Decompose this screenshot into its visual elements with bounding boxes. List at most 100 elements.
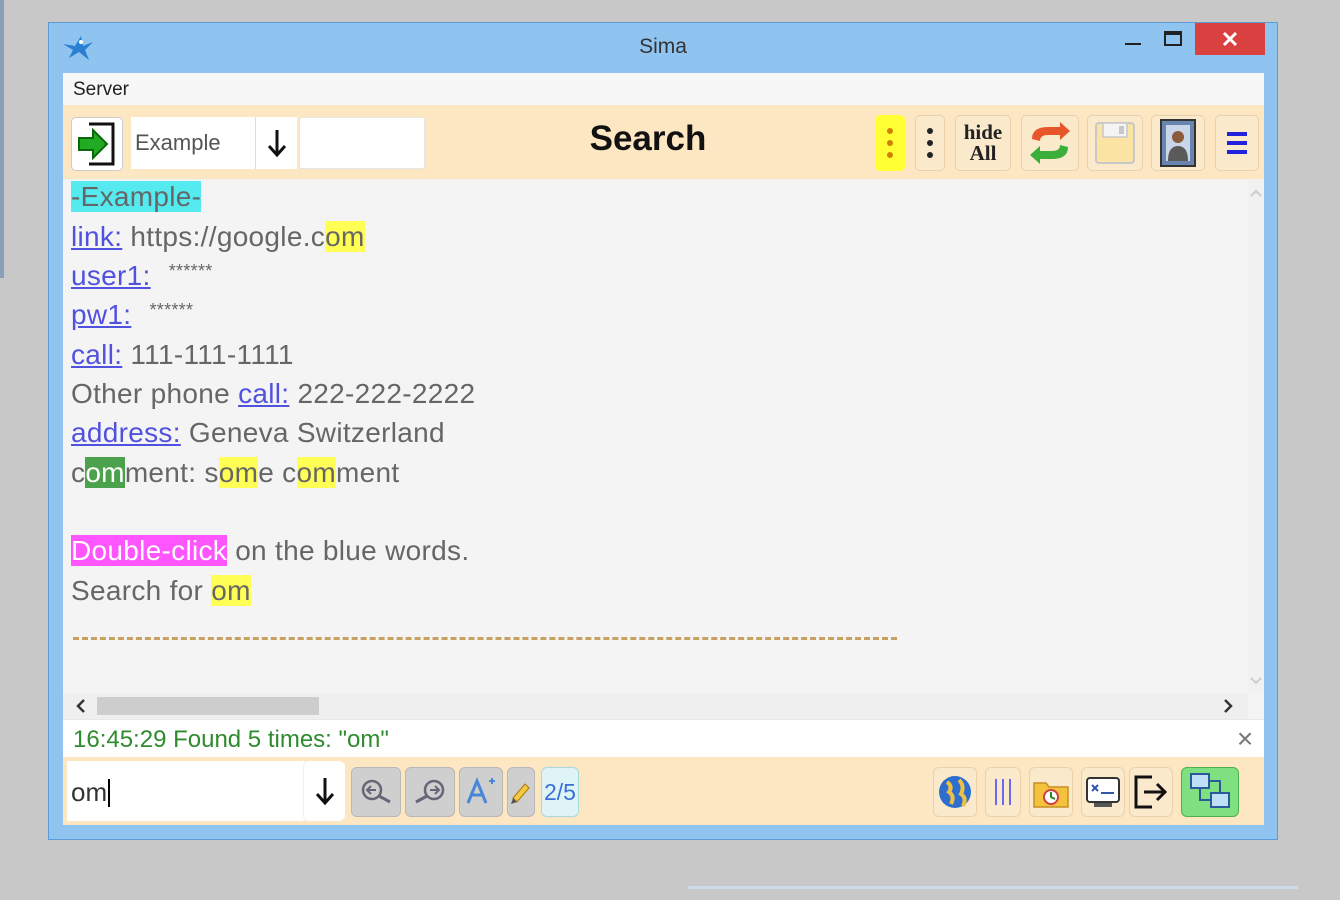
- note-heading: -Example-: [71, 181, 202, 213]
- exit-button[interactable]: [1129, 767, 1173, 817]
- comment-text: ment: s: [124, 457, 219, 488]
- terminal-icon: [1086, 777, 1120, 807]
- arrow-down-icon: [267, 130, 286, 158]
- more-icon: [927, 128, 933, 158]
- minimize-button[interactable]: [1113, 23, 1153, 55]
- close-button[interactable]: [1195, 23, 1265, 55]
- network-icon: [1190, 773, 1230, 808]
- pw1-line: pw1: ******: [71, 299, 193, 331]
- match-highlight: om: [211, 575, 251, 606]
- password-input[interactable]: [299, 117, 425, 169]
- main-menu-button[interactable]: [1215, 115, 1259, 171]
- profile-dropdown-button[interactable]: [255, 117, 297, 169]
- more-options-yellow-button[interactable]: [875, 115, 905, 171]
- exit-icon: [1134, 775, 1168, 809]
- horizontal-scrollbar[interactable]: [63, 693, 1248, 719]
- status-close-icon[interactable]: ×: [1230, 725, 1260, 754]
- user1-label[interactable]: user1:: [71, 260, 151, 291]
- scroll-left-icon[interactable]: [73, 693, 89, 719]
- scroll-down-icon[interactable]: [1248, 673, 1264, 689]
- pw1-value: ******: [149, 300, 194, 320]
- address-value: Geneva Switzerland: [180, 417, 445, 448]
- other-phone-line: Other phone call: 222-222-2222: [71, 378, 475, 410]
- hide-all-label-line2: All: [969, 141, 997, 165]
- match-counter[interactable]: 2/5: [541, 767, 579, 817]
- sync-icon: [1030, 122, 1070, 164]
- search-next-icon: [415, 779, 445, 804]
- save-button[interactable]: [1087, 115, 1143, 171]
- separator-line: [73, 637, 897, 640]
- menu-item-server[interactable]: Server: [73, 79, 129, 101]
- maximize-icon: [1164, 31, 1182, 46]
- other-call-value: 222-222-2222: [289, 378, 476, 409]
- text-caret: [108, 779, 111, 807]
- tip-text: on the blue words.: [227, 535, 470, 566]
- pw1-label[interactable]: pw1:: [71, 299, 131, 330]
- font-size-icon: [466, 777, 495, 804]
- status-bar: 16:45:29 Found 5 times: "om" ×: [63, 719, 1264, 757]
- highlight-button[interactable]: [507, 767, 535, 817]
- profile-combo[interactable]: Example: [131, 117, 257, 169]
- maximize-button[interactable]: [1153, 23, 1193, 55]
- search-tip-line: Search for om: [71, 575, 251, 607]
- search-prev-icon: [361, 779, 391, 804]
- columns-button[interactable]: [985, 767, 1021, 817]
- current-match-highlight: om: [85, 457, 125, 488]
- login-button[interactable]: [71, 117, 123, 171]
- search-toolbar: om 2/5: [63, 757, 1264, 825]
- menu-icon: [1227, 132, 1247, 154]
- comment-text: e c: [258, 457, 297, 488]
- background-edge-bottom: [688, 886, 1298, 889]
- page-title: Search: [589, 119, 707, 158]
- other-call-label[interactable]: call:: [238, 378, 289, 409]
- search-previous-button[interactable]: [351, 767, 401, 817]
- more-options-button[interactable]: [915, 115, 945, 171]
- search-history-button[interactable]: [303, 761, 345, 821]
- match-highlight: om: [218, 457, 259, 488]
- terminal-button[interactable]: [1081, 767, 1125, 817]
- globe-icon: [939, 776, 971, 808]
- arrow-down-icon: [315, 778, 334, 806]
- status-message: 16:45:29 Found 5 times: "om": [73, 726, 389, 753]
- tip-line: Double-click on the blue words.: [71, 535, 469, 567]
- background-edge: [0, 0, 4, 278]
- address-line: address: Geneva Switzerland: [71, 417, 445, 449]
- backup-button[interactable]: [1029, 767, 1073, 817]
- sync-button[interactable]: [1021, 115, 1079, 171]
- link-line: link: https://google.com: [71, 221, 365, 253]
- address-label[interactable]: address:: [71, 417, 181, 448]
- call-label[interactable]: call:: [71, 339, 122, 370]
- menu-bar: Server: [63, 73, 1264, 105]
- search-next-button[interactable]: [405, 767, 455, 817]
- font-size-button[interactable]: [459, 767, 503, 817]
- search-input[interactable]: om: [67, 761, 305, 821]
- vertical-scrollbar[interactable]: [1248, 179, 1264, 693]
- client-area: Server Example Search hide All -Example-…: [63, 73, 1264, 825]
- call-line: call: 111-111-1111: [71, 339, 294, 371]
- top-toolbar: Example Search hide All: [63, 105, 1264, 179]
- search-tip-text: Search for: [71, 575, 212, 606]
- scrollbar-thumb[interactable]: [97, 697, 319, 715]
- comment-text: c: [71, 457, 86, 488]
- tip-highlight: Double-click: [71, 535, 228, 566]
- network-button[interactable]: [1181, 767, 1239, 817]
- contacts-icon: [1160, 119, 1196, 167]
- minimize-icon: [1125, 43, 1141, 45]
- title-bar[interactable]: Sima: [49, 23, 1277, 73]
- contacts-button[interactable]: [1151, 115, 1205, 171]
- link-url: https://google.c: [122, 221, 326, 252]
- scroll-up-icon[interactable]: [1248, 185, 1264, 201]
- window-title: Sima: [639, 35, 687, 58]
- search-input-value: om: [71, 777, 108, 807]
- comment-line: comment: some comment: [71, 457, 399, 489]
- browser-button[interactable]: [933, 767, 977, 817]
- scroll-right-icon[interactable]: [1220, 693, 1236, 719]
- hide-all-label-line1: hide: [963, 120, 1003, 144]
- pencil-icon: [511, 783, 530, 804]
- hide-all-button[interactable]: hide All: [955, 115, 1011, 171]
- save-icon: [1095, 122, 1135, 164]
- heading-text: -Example-: [71, 181, 202, 212]
- note-content[interactable]: -Example- link: https://google.com user1…: [63, 179, 1264, 693]
- match-highlight: om: [296, 457, 336, 488]
- link-label[interactable]: link:: [71, 221, 122, 252]
